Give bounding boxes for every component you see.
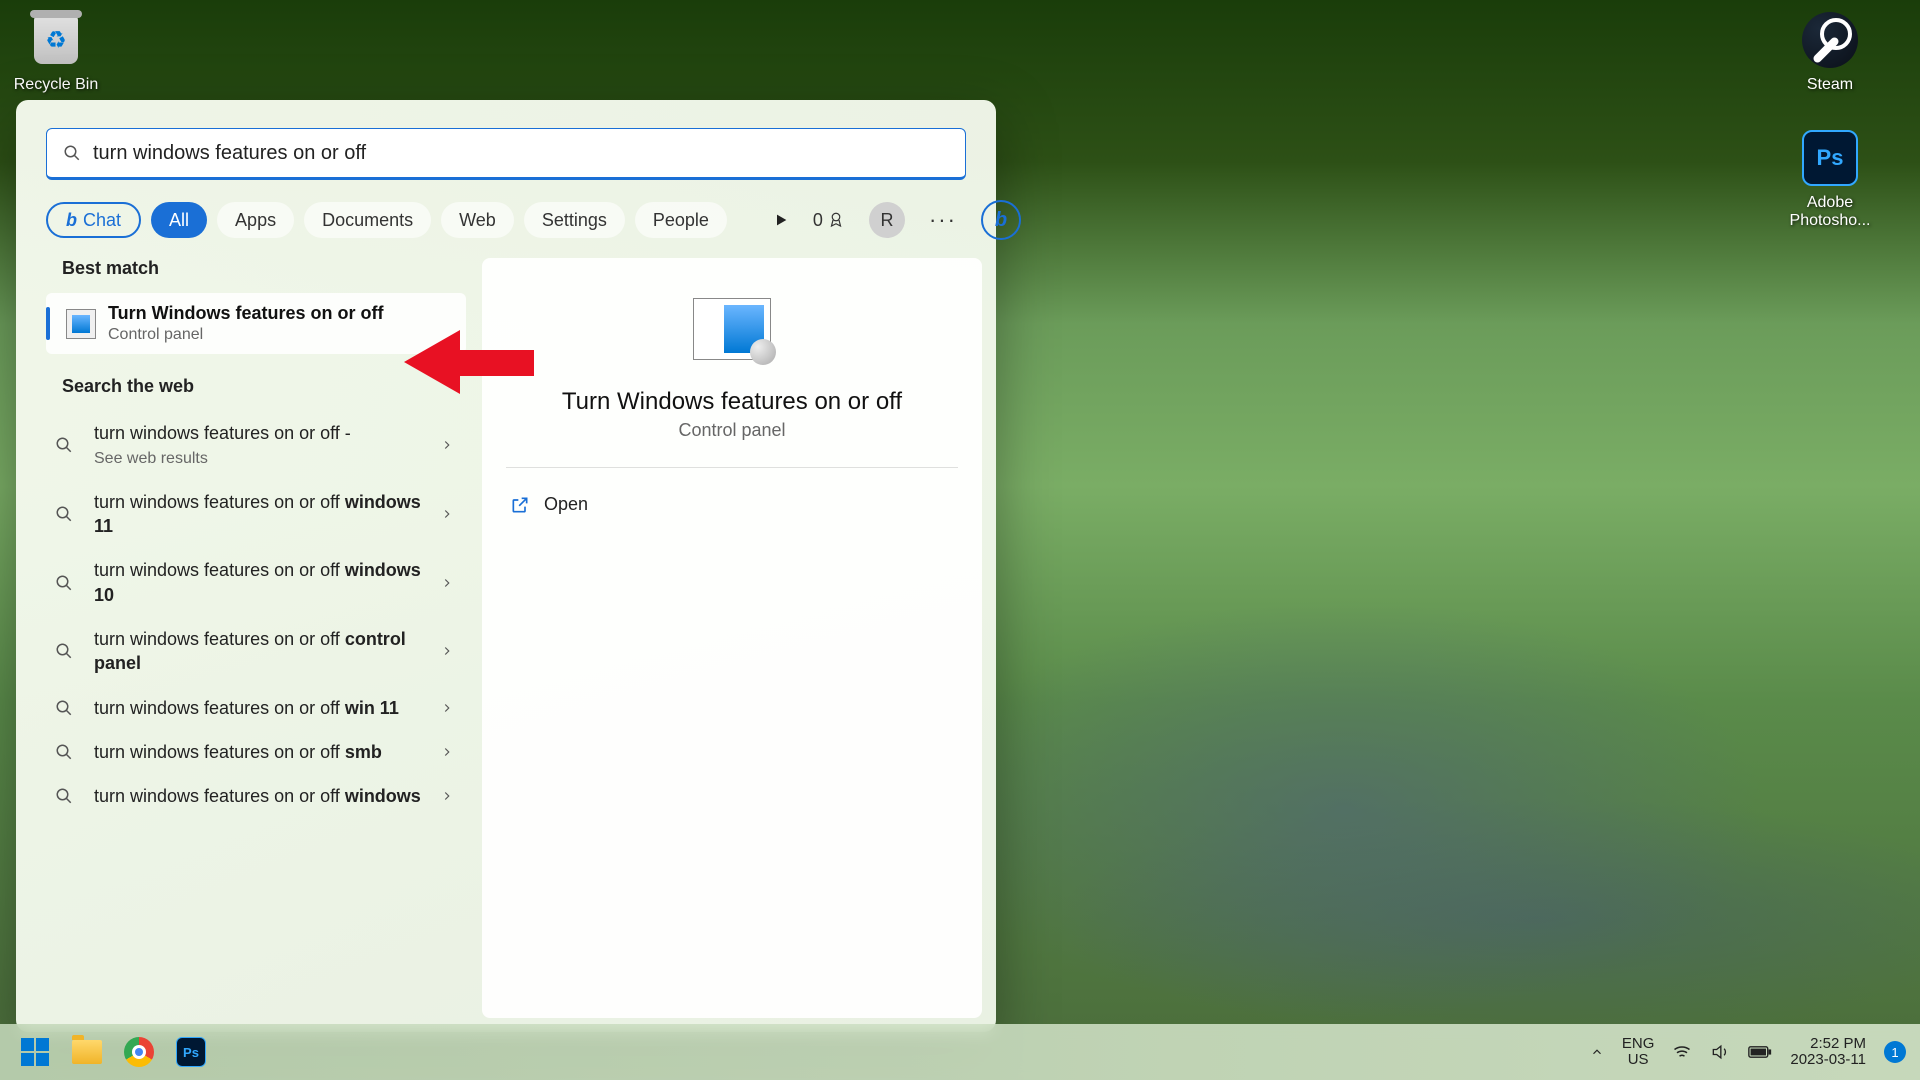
- search-icon: [50, 642, 78, 660]
- taskbar-photoshop[interactable]: Ps: [170, 1031, 212, 1073]
- rewards-icon: [827, 211, 845, 229]
- desktop-icon-label: Adobe Photosho...: [1780, 194, 1880, 230]
- more-options-icon[interactable]: ···: [929, 207, 957, 233]
- taskbar: Ps ENG US 2:52 PM 2023-03-11 1: [0, 1024, 1920, 1080]
- steam-icon: [1802, 12, 1858, 68]
- photoshop-icon: Ps: [1802, 130, 1858, 186]
- wifi-icon[interactable]: [1672, 1042, 1692, 1062]
- detail-subtitle: Control panel: [678, 420, 785, 441]
- folder-icon: [72, 1040, 102, 1064]
- web-result-item[interactable]: turn windows features on or off windows …: [46, 480, 466, 549]
- tray-overflow-icon[interactable]: [1590, 1045, 1604, 1059]
- chevron-right-icon: [440, 438, 454, 452]
- search-icon: [63, 144, 81, 162]
- best-match-header: Best match: [62, 258, 466, 279]
- web-result-item[interactable]: turn windows features on or off win 11: [46, 686, 466, 730]
- play-icon[interactable]: [773, 212, 789, 228]
- rewards-points[interactable]: 0: [813, 210, 845, 231]
- web-result-text: turn windows features on or off - See we…: [94, 421, 424, 470]
- search-icon: [50, 574, 78, 592]
- search-filter-row: b Chat All Apps Documents Web Settings P…: [16, 180, 996, 258]
- volume-icon[interactable]: [1710, 1042, 1730, 1062]
- recycle-bin-icon: [34, 16, 78, 64]
- web-result-text: turn windows features on or off windows …: [94, 490, 424, 539]
- desktop-icon-label: Steam: [1780, 76, 1880, 94]
- web-result-text: turn windows features on or off windows …: [94, 558, 424, 607]
- open-action[interactable]: Open: [506, 486, 958, 523]
- divider: [506, 467, 958, 468]
- best-match-subtitle: Control panel: [108, 326, 384, 344]
- desktop-icon-photoshop[interactable]: Ps Adobe Photosho...: [1780, 128, 1880, 230]
- chevron-right-icon: [440, 789, 454, 803]
- open-label: Open: [544, 494, 588, 515]
- search-icon: [50, 505, 78, 523]
- search-icon: [50, 787, 78, 805]
- web-result-item[interactable]: turn windows features on or off smb: [46, 730, 466, 774]
- detail-title: Turn Windows features on or off: [562, 388, 902, 416]
- chevron-right-icon: [440, 644, 454, 658]
- search-icon: [50, 743, 78, 761]
- chevron-right-icon: [440, 701, 454, 715]
- chevron-right-icon: [440, 745, 454, 759]
- open-external-icon: [510, 495, 530, 515]
- web-result-item[interactable]: turn windows features on or off windows: [46, 774, 466, 818]
- desktop-icon-label: Recycle Bin: [6, 76, 106, 94]
- chrome-icon: [124, 1037, 154, 1067]
- start-search-panel: b Chat All Apps Documents Web Settings P…: [16, 100, 996, 1032]
- best-match-title: Turn Windows features on or off: [108, 303, 384, 324]
- search-icon: [50, 436, 78, 454]
- user-avatar[interactable]: R: [869, 202, 905, 238]
- search-input[interactable]: [93, 142, 949, 165]
- desktop-icon-steam[interactable]: Steam: [1780, 10, 1880, 94]
- web-result-text: turn windows features on or off windows: [94, 784, 424, 808]
- filter-settings[interactable]: Settings: [524, 202, 625, 238]
- taskbar-chrome[interactable]: [118, 1031, 160, 1073]
- search-icon: [50, 699, 78, 717]
- web-result-item[interactable]: turn windows features on or off - See we…: [46, 411, 466, 480]
- battery-icon[interactable]: [1748, 1044, 1772, 1060]
- chevron-right-icon: [440, 576, 454, 590]
- filter-people[interactable]: People: [635, 202, 727, 238]
- filter-documents[interactable]: Documents: [304, 202, 431, 238]
- taskbar-file-explorer[interactable]: [66, 1031, 108, 1073]
- notification-badge[interactable]: 1: [1884, 1041, 1906, 1063]
- web-result-text: turn windows features on or off win 11: [94, 696, 424, 720]
- control-panel-feature-icon: [693, 298, 771, 360]
- desktop-icon-recycle-bin[interactable]: Recycle Bin: [6, 10, 106, 94]
- start-button[interactable]: [14, 1031, 56, 1073]
- photoshop-icon: Ps: [176, 1037, 206, 1067]
- filter-web[interactable]: Web: [441, 202, 514, 238]
- web-result-item[interactable]: turn windows features on or off control …: [46, 617, 466, 686]
- search-box[interactable]: [46, 128, 966, 180]
- web-result-text: turn windows features on or off smb: [94, 740, 424, 764]
- bing-icon[interactable]: b: [981, 200, 1021, 240]
- chevron-right-icon: [440, 507, 454, 521]
- windows-logo-icon: [21, 1038, 49, 1066]
- filter-all[interactable]: All: [151, 202, 207, 238]
- search-web-header: Search the web: [62, 376, 466, 397]
- control-panel-feature-icon: [66, 309, 96, 339]
- result-detail-pane: Turn Windows features on or off Control …: [482, 258, 982, 1018]
- filter-apps[interactable]: Apps: [217, 202, 294, 238]
- language-indicator[interactable]: ENG US: [1622, 1036, 1655, 1069]
- filter-chat[interactable]: b Chat: [46, 202, 141, 238]
- web-result-item[interactable]: turn windows features on or off windows …: [46, 548, 466, 617]
- best-match-result[interactable]: Turn Windows features on or off Control …: [46, 293, 466, 354]
- web-result-text: turn windows features on or off control …: [94, 627, 424, 676]
- clock[interactable]: 2:52 PM 2023-03-11: [1790, 1036, 1866, 1069]
- bing-chat-icon: b: [66, 210, 77, 231]
